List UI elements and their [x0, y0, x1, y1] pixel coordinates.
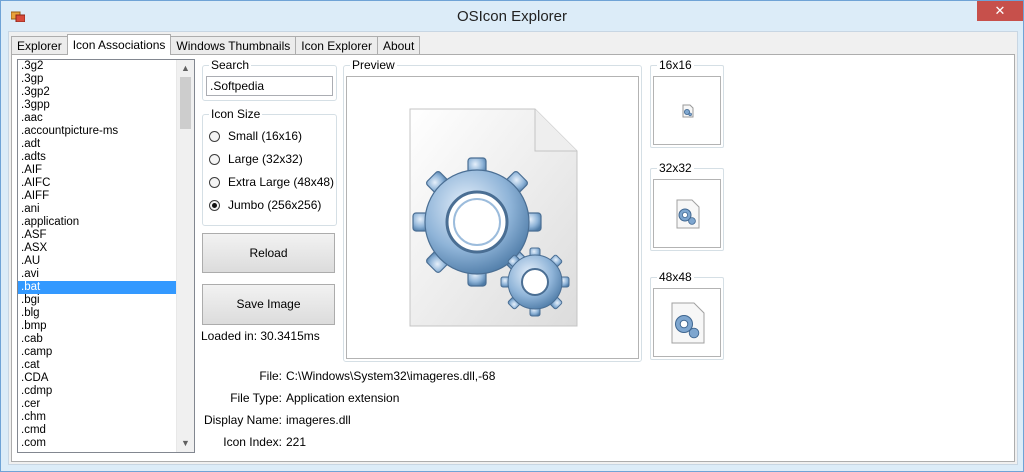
display-name-label: Display Name: [203, 413, 282, 427]
display-name-value: imageres.dll [286, 413, 351, 427]
icon-size-group: Icon Size Small (16x16) Large (32x32) Ex… [202, 107, 337, 226]
list-item[interactable]: .AIFC [18, 177, 176, 190]
preview-group: Preview [343, 58, 642, 362]
list-item[interactable]: .3gp2 [18, 86, 176, 99]
list-item[interactable]: .ASX [18, 242, 176, 255]
tab-icon-explorer[interactable]: Icon Explorer [295, 36, 378, 55]
radio-large-circle[interactable] [209, 153, 220, 165]
file-type-label: File Type: [230, 391, 282, 405]
radio-large-label: Large (32x32) [228, 152, 303, 166]
tab-icon-associations[interactable]: Icon Associations [66, 34, 172, 55]
list-item[interactable]: .3gp [18, 73, 176, 86]
list-scrollbar[interactable]: ▲ ▼ [176, 60, 194, 452]
list-item[interactable]: .blg [18, 307, 176, 320]
extension-list[interactable]: .3g2.3gp .3gp2.3gpp .aac .accountpicture-ms… [17, 59, 195, 453]
scroll-thumb[interactable] [180, 77, 191, 129]
file-label: File: [259, 369, 282, 383]
radio-jumbo[interactable]: Jumbo (256x256) [209, 197, 321, 213]
file-gear-32-icon [676, 199, 700, 229]
list-item[interactable]: .cat [18, 359, 176, 372]
window-title: OSIcon Explorer [456, 8, 568, 25]
file-gear-48-icon [671, 302, 705, 344]
search-label: Search [209, 58, 252, 72]
preview-canvas [346, 76, 639, 359]
close-icon: ✕ [994, 3, 1006, 18]
radio-jumbo-circle[interactable] [209, 199, 220, 211]
icon-index-label: Icon Index: [223, 435, 282, 449]
preview-48-canvas [653, 288, 721, 357]
list-item[interactable]: .AIF [18, 164, 176, 177]
tab-strip: Explorer Icon Associations Windows Thumb… [11, 34, 421, 55]
file-value: C:\Windows\System32\imageres.dll,-68 [286, 369, 496, 383]
preview-32-canvas [653, 179, 721, 248]
loaded-in-text: Loaded in: 30.3415ms [201, 329, 320, 343]
radio-small-circle[interactable] [209, 130, 220, 142]
radio-small-label: Small (16x16) [228, 129, 303, 143]
list-item[interactable]: .AU [18, 255, 176, 268]
list-item[interactable]: .cer [18, 398, 176, 411]
preview-16-canvas [653, 76, 721, 145]
radio-large[interactable]: Large (32x32) [209, 151, 303, 167]
tab-explorer[interactable]: Explorer [11, 36, 68, 55]
icon-index-value: 221 [286, 435, 307, 449]
file-gear-16-icon [682, 104, 694, 118]
save-image-button[interactable]: Save Image [202, 284, 335, 325]
radio-extra-large[interactable]: Extra Large (48x48) [209, 174, 334, 190]
radio-extra-large-label: Extra Large (48x48) [228, 175, 335, 189]
radio-jumbo-label: Jumbo (256x256) [228, 198, 322, 212]
list-item[interactable]: .ani [18, 203, 176, 216]
tab-panel-icon-associations: .3g2.3gp .3gp2.3gpp .aac .accountpicture-ms… [11, 54, 1015, 462]
client-area: Explorer Icon Associations Windows Thumb… [8, 31, 1018, 465]
extension-list-items: .3g2.3gp .3gp2.3gpp .aac .accountpicture-ms… [18, 60, 176, 450]
preview-32-group: 32x32 [650, 161, 724, 251]
scroll-up-icon[interactable]: ▲ [177, 60, 194, 77]
reload-button[interactable]: Reload [202, 233, 335, 273]
list-item[interactable]: .3gpp [18, 99, 176, 112]
search-group: Search .Softpedia [202, 58, 337, 101]
list-item[interactable]: .ASF [18, 229, 176, 242]
file-type-value: Application extension [286, 391, 400, 405]
list-item[interactable]: .bgi [18, 294, 176, 307]
list-item[interactable]: .AIFF [18, 190, 176, 203]
list-item[interactable]: .chm [18, 411, 176, 424]
list-item[interactable]: .cmd [18, 424, 176, 437]
close-button[interactable]: ✕ [977, 1, 1023, 21]
app-window: OSIcon Explorer ✕ Explorer Icon Associat… [0, 0, 1024, 472]
list-item[interactable]: .bat [18, 281, 176, 294]
list-item[interactable]: .application [18, 216, 176, 229]
preview-16-label: 16x16 [657, 58, 694, 72]
preview-48-group: 48x48 [650, 270, 724, 360]
list-item[interactable]: .cab [18, 333, 176, 346]
search-input[interactable]: .Softpedia [206, 76, 333, 96]
preview-label: Preview [350, 58, 397, 72]
list-item[interactable]: .aac [18, 112, 176, 125]
list-item[interactable]: .avi [18, 268, 176, 281]
preview-32-label: 32x32 [657, 161, 694, 175]
radio-extra-large-circle[interactable] [209, 176, 220, 188]
list-item[interactable]: .com [18, 437, 176, 450]
list-item[interactable]: .accountpicture-ms [18, 125, 176, 138]
scroll-down-icon[interactable]: ▼ [177, 435, 194, 452]
tab-windows-thumbnails[interactable]: Windows Thumbnails [170, 36, 297, 55]
list-item[interactable]: .camp [18, 346, 176, 359]
list-item[interactable]: .adts [18, 151, 176, 164]
tab-about[interactable]: About [376, 36, 421, 55]
list-item[interactable]: .bmp [18, 320, 176, 333]
list-item[interactable]: .adt [18, 138, 176, 151]
title-bar[interactable]: OSIcon Explorer ✕ [1, 1, 1023, 31]
radio-small[interactable]: Small (16x16) [209, 128, 302, 144]
list-item[interactable]: .3g2 [18, 60, 176, 73]
icon-size-label: Icon Size [209, 107, 263, 121]
preview-48-label: 48x48 [657, 270, 694, 284]
list-item[interactable]: .CDA [18, 372, 176, 385]
list-item[interactable]: .cdmp [18, 385, 176, 398]
preview-16-group: 16x16 [650, 58, 724, 148]
large-file-gear-icon [409, 108, 578, 327]
